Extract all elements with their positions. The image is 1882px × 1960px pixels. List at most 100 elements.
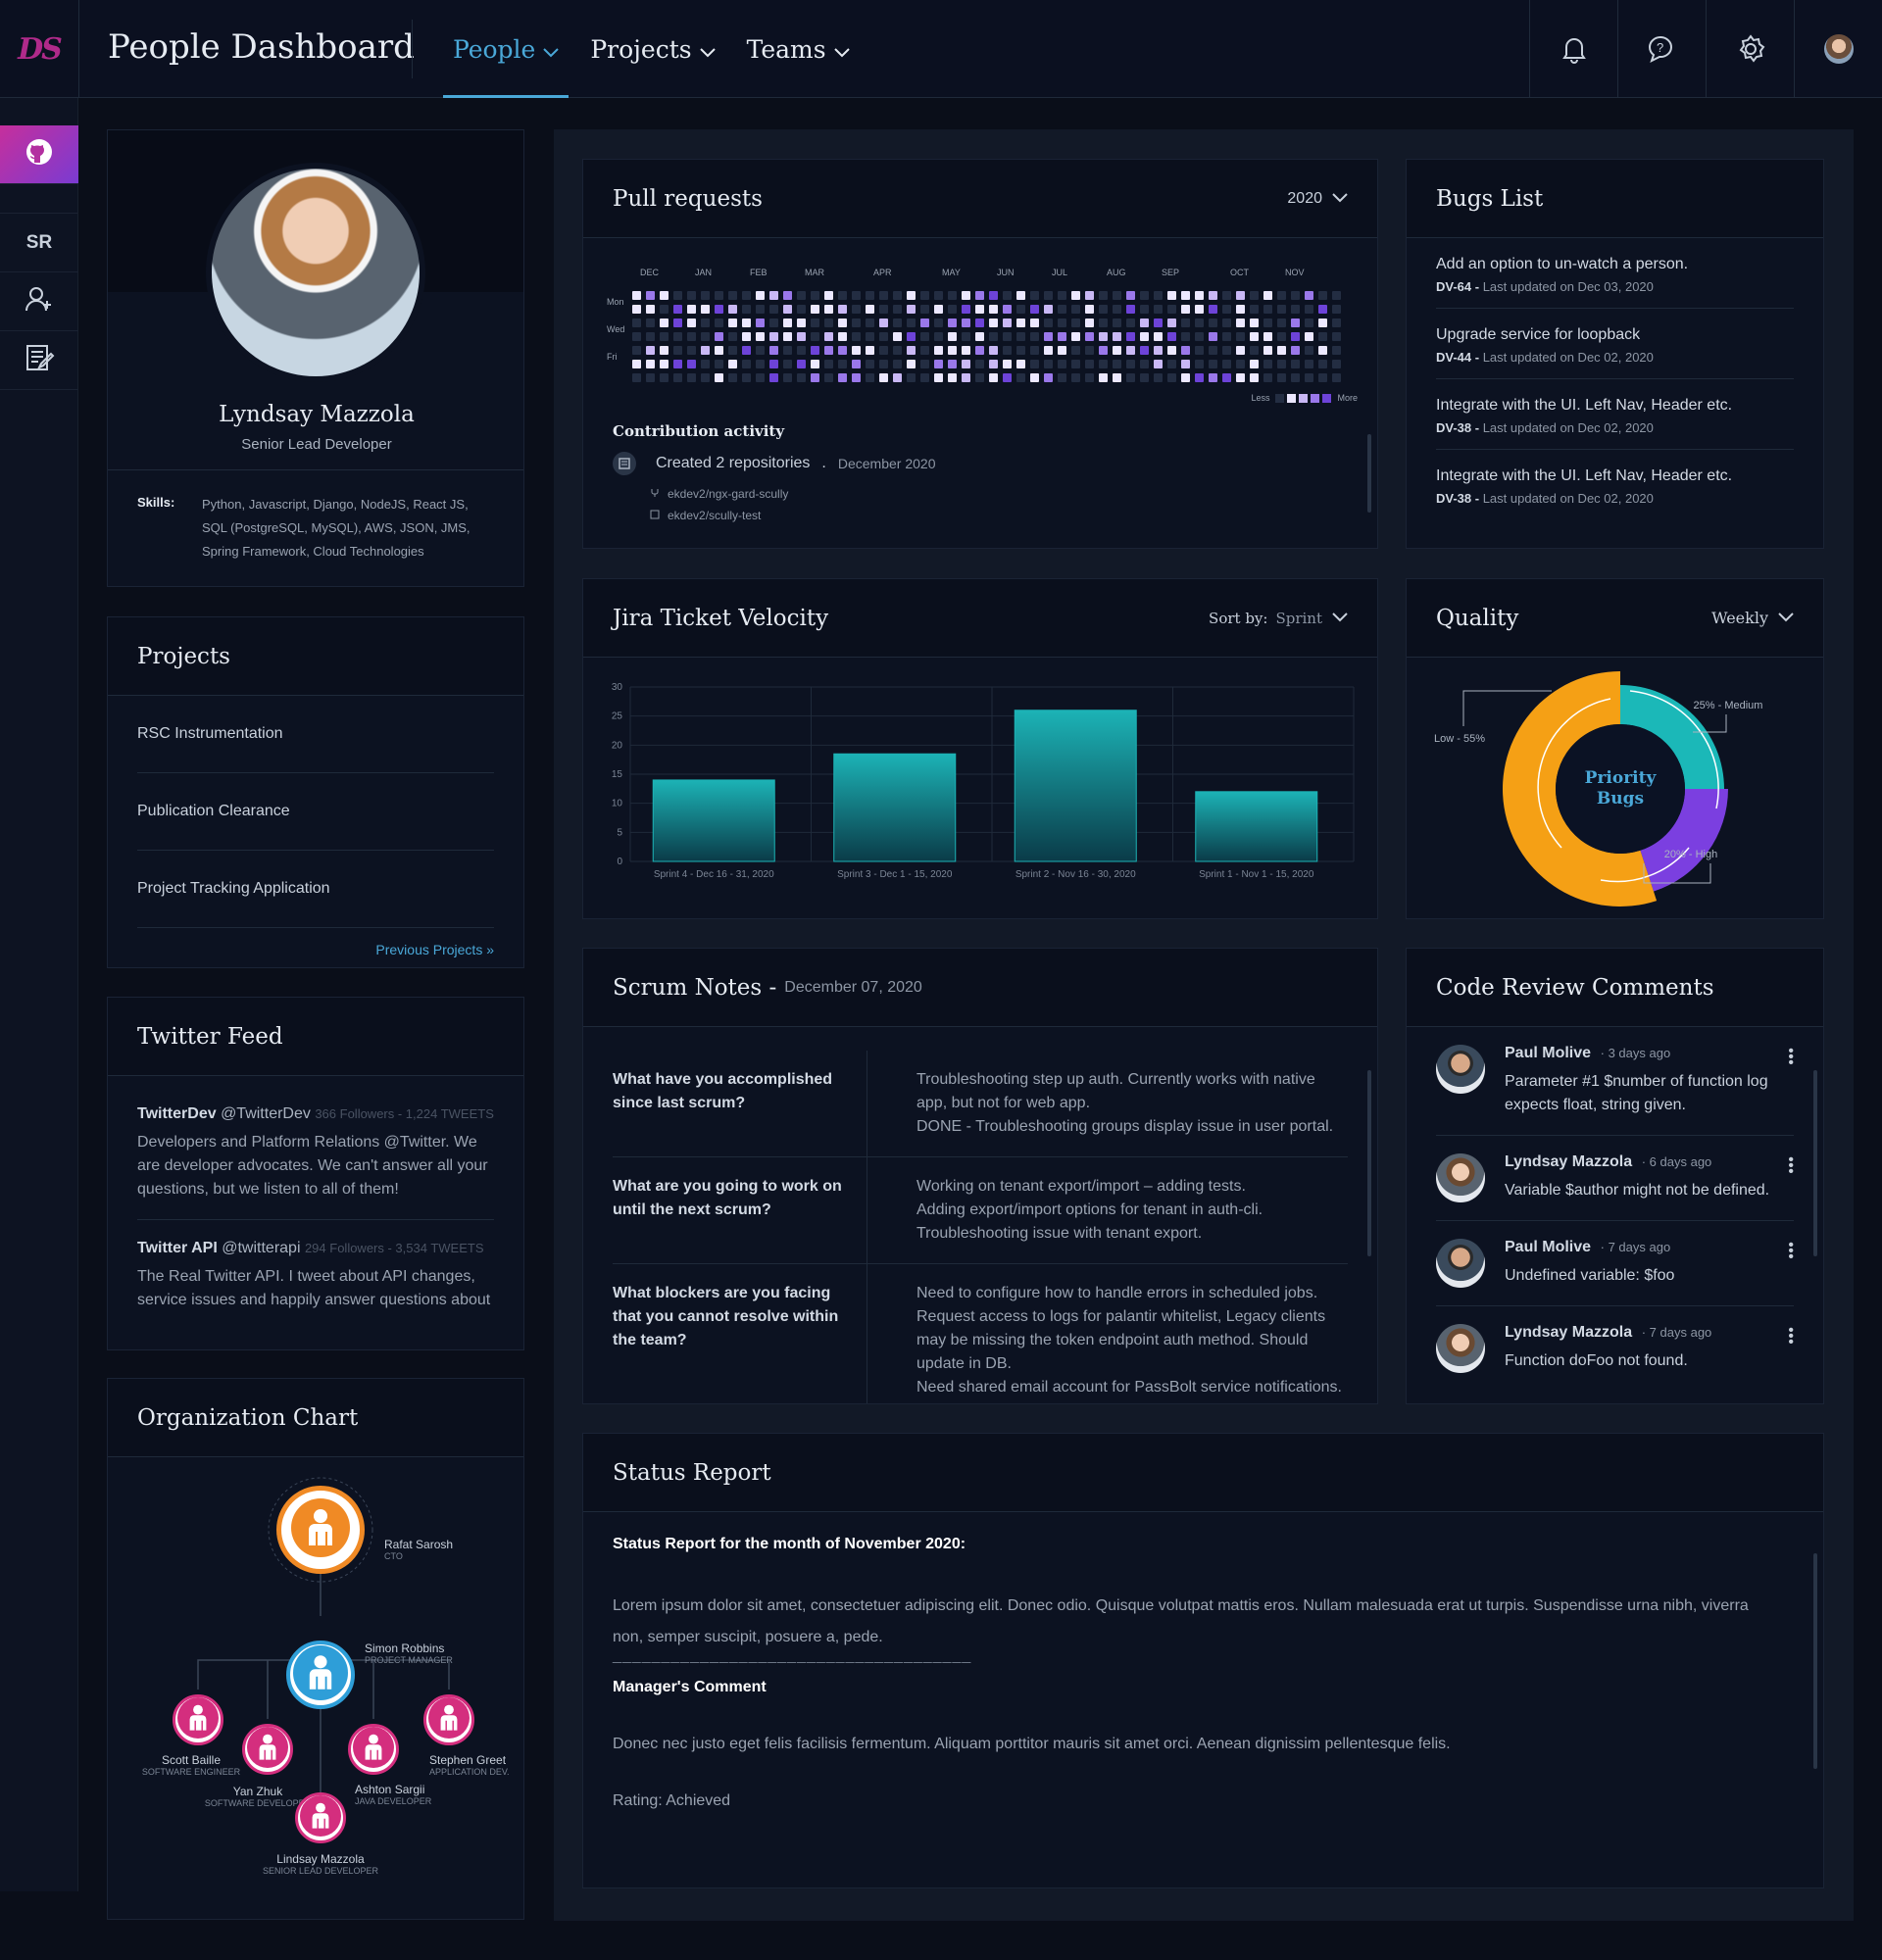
heatmap-cell[interactable]	[701, 305, 710, 314]
heatmap-cell[interactable]	[797, 305, 806, 314]
heatmap-cell[interactable]	[728, 318, 737, 327]
heatmap-cell[interactable]	[1071, 305, 1080, 314]
heatmap-cell[interactable]	[1318, 373, 1327, 382]
org-avatar-pm[interactable]	[286, 1641, 355, 1709]
heatmap-cell[interactable]	[632, 291, 641, 300]
heatmap-cell[interactable]	[783, 332, 792, 341]
heatmap-cell[interactable]	[1318, 360, 1327, 368]
heatmap-cell[interactable]	[1140, 373, 1149, 382]
heatmap-cell[interactable]	[934, 318, 943, 327]
heatmap-cell[interactable]	[715, 305, 723, 314]
heatmap-cell[interactable]	[920, 332, 929, 341]
heatmap-cell[interactable]	[1222, 332, 1231, 341]
heatmap-cell[interactable]	[1236, 318, 1245, 327]
heatmap-cell[interactable]	[1003, 373, 1012, 382]
heatmap-cell[interactable]	[742, 360, 751, 368]
heatmap-cell[interactable]	[824, 305, 833, 314]
heatmap-cell[interactable]	[715, 346, 723, 355]
heatmap-cell[interactable]	[907, 346, 916, 355]
heatmap-cell[interactable]	[742, 332, 751, 341]
heatmap-cell[interactable]	[1305, 360, 1313, 368]
heatmap-cell[interactable]	[1016, 346, 1025, 355]
heatmap-cell[interactable]	[1209, 291, 1217, 300]
heatmap-cell[interactable]	[1003, 360, 1012, 368]
heatmap-cell[interactable]	[838, 360, 847, 368]
heatmap-cell[interactable]	[893, 318, 902, 327]
more-options-icon[interactable]: • • •	[1788, 1152, 1794, 1180]
heatmap-cell[interactable]	[1277, 332, 1286, 341]
heatmap-cell[interactable]	[1222, 373, 1231, 382]
reviewer-name[interactable]: Paul Molive	[1505, 1239, 1591, 1255]
heatmap-cell[interactable]	[1167, 332, 1176, 341]
heatmap-cell[interactable]	[1071, 346, 1080, 355]
heatmap-cell[interactable]	[673, 360, 682, 368]
heatmap-cell[interactable]	[646, 332, 655, 341]
heatmap-cell[interactable]	[989, 305, 998, 314]
heatmap-cell[interactable]	[646, 318, 655, 327]
heatmap-cell[interactable]	[1113, 305, 1121, 314]
heatmap-cell[interactable]	[893, 360, 902, 368]
heatmap-cell[interactable]	[646, 373, 655, 382]
heatmap-cell[interactable]	[646, 305, 655, 314]
heatmap-cell[interactable]	[756, 360, 765, 368]
heatmap-cell[interactable]	[866, 318, 874, 327]
heatmap-cell[interactable]	[660, 332, 669, 341]
heatmap-cell[interactable]	[1277, 360, 1286, 368]
heatmap-cell[interactable]	[1305, 318, 1313, 327]
heatmap-cell[interactable]	[1099, 332, 1108, 341]
heatmap-cell[interactable]	[852, 360, 861, 368]
heatmap-cell[interactable]	[1030, 305, 1039, 314]
heatmap-cell[interactable]	[715, 373, 723, 382]
heatmap-cell[interactable]	[1167, 305, 1176, 314]
heatmap-cell[interactable]	[1250, 291, 1259, 300]
heatmap-cell[interactable]	[1209, 332, 1217, 341]
heatmap-cell[interactable]	[907, 332, 916, 341]
heatmap-cell[interactable]	[673, 373, 682, 382]
heatmap-cell[interactable]	[824, 318, 833, 327]
heatmap-cell[interactable]	[866, 332, 874, 341]
heatmap-cell[interactable]	[893, 291, 902, 300]
heatmap-cell[interactable]	[1291, 360, 1300, 368]
heatmap-cell[interactable]	[1044, 373, 1053, 382]
heatmap-cell[interactable]	[1003, 332, 1012, 341]
heatmap-cell[interactable]	[1277, 346, 1286, 355]
heatmap-cell[interactable]	[769, 346, 778, 355]
heatmap-cell[interactable]	[1113, 291, 1121, 300]
heatmap-cell[interactable]	[866, 373, 874, 382]
heatmap-cell[interactable]	[1058, 332, 1066, 341]
heatmap-cell[interactable]	[1154, 291, 1163, 300]
heatmap-cell[interactable]	[1126, 360, 1135, 368]
heatmap-cell[interactable]	[1332, 305, 1341, 314]
bug-item[interactable]: Add an option to un-watch a person. DV-64…	[1436, 238, 1794, 309]
heatmap-cell[interactable]	[1277, 318, 1286, 327]
heatmap-cell[interactable]	[866, 291, 874, 300]
heatmap-cell[interactable]	[852, 318, 861, 327]
heatmap-cell[interactable]	[1044, 305, 1053, 314]
heatmap-cell[interactable]	[879, 305, 888, 314]
heatmap-cell[interactable]	[632, 318, 641, 327]
heatmap-cell[interactable]	[769, 360, 778, 368]
heatmap-cell[interactable]	[660, 305, 669, 314]
sidebar-item-documents[interactable]	[0, 331, 78, 390]
heatmap-cell[interactable]	[1181, 332, 1190, 341]
heatmap-cell[interactable]	[1236, 360, 1245, 368]
heatmap-cell[interactable]	[975, 318, 984, 327]
heatmap-cell[interactable]	[1071, 332, 1080, 341]
heatmap-cell[interactable]	[769, 291, 778, 300]
heatmap-cell[interactable]	[701, 346, 710, 355]
heatmap-cell[interactable]	[1167, 318, 1176, 327]
heatmap-cell[interactable]	[1099, 318, 1108, 327]
org-avatar[interactable]	[348, 1724, 399, 1775]
heatmap-cell[interactable]	[1099, 346, 1108, 355]
heatmap-cell[interactable]	[1003, 346, 1012, 355]
heatmap-cell[interactable]	[673, 332, 682, 341]
heatmap-cell[interactable]	[660, 346, 669, 355]
heatmap-cell[interactable]	[1058, 360, 1066, 368]
heatmap-cell[interactable]	[742, 346, 751, 355]
heatmap-cell[interactable]	[1318, 332, 1327, 341]
heatmap-cell[interactable]	[852, 346, 861, 355]
heatmap-cell[interactable]	[975, 346, 984, 355]
heatmap-cell[interactable]	[1209, 360, 1217, 368]
project-item[interactable]: Publication Clearance	[137, 773, 494, 851]
heatmap-cell[interactable]	[1058, 318, 1066, 327]
